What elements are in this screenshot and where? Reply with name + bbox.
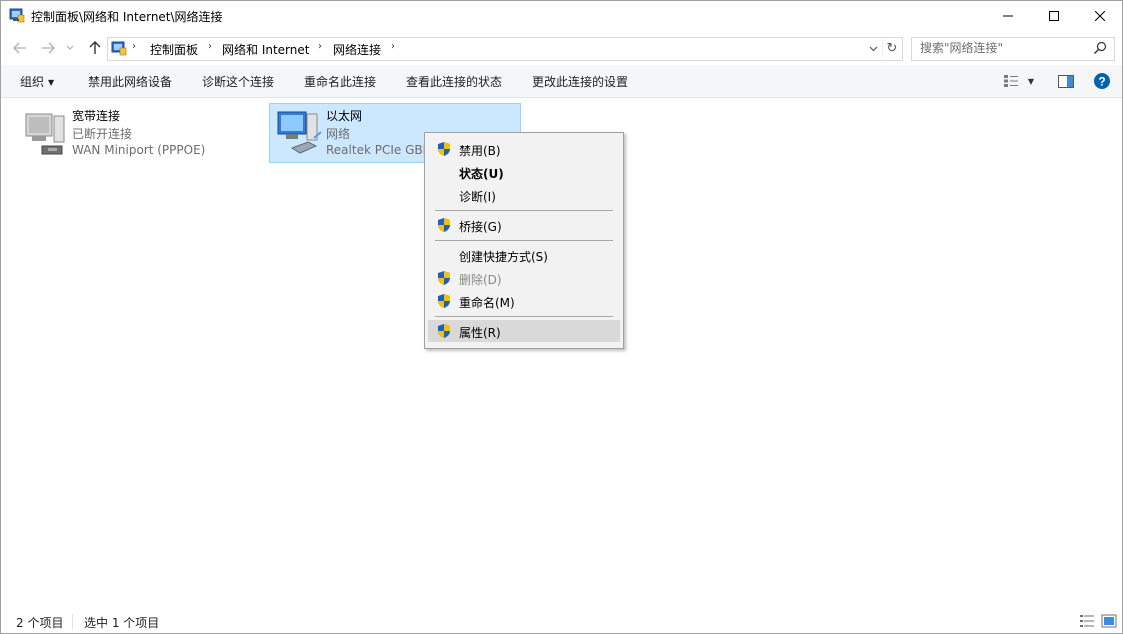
- preview-pane-icon: [1058, 74, 1074, 88]
- menu-item-label: 状态(U): [459, 167, 504, 181]
- chevron-right-icon[interactable]: ›: [208, 41, 212, 52]
- forward-button[interactable]: [37, 37, 59, 59]
- chevron-right-icon[interactable]: ›: [318, 41, 322, 52]
- status-divider: [72, 614, 73, 629]
- diagnose-connection-button[interactable]: 诊断这个连接: [202, 73, 274, 90]
- refresh-button[interactable]: ↻: [882, 39, 901, 57]
- close-button[interactable]: [1077, 1, 1123, 31]
- up-arrow-icon: [89, 41, 101, 54]
- menu-separator: [435, 210, 613, 211]
- dropdown-arrow-icon: ▼: [1027, 76, 1035, 86]
- menu-item-label: 禁用(B): [459, 144, 501, 158]
- chevron-down-icon: [869, 46, 877, 52]
- menu-separator: [435, 316, 613, 317]
- maximize-button[interactable]: [1031, 1, 1077, 31]
- menu-item-label: 桥接(G): [459, 220, 502, 234]
- menu-item-label: 重命名(M): [459, 296, 515, 310]
- minimize-icon: [1003, 15, 1013, 17]
- back-button[interactable]: [9, 37, 31, 59]
- breadcrumb-network-internet[interactable]: 网络和 Internet: [222, 41, 309, 58]
- menu-item-label: 删除(D): [459, 273, 502, 287]
- help-button[interactable]: ?: [1092, 71, 1112, 91]
- view-options-icon: [1004, 75, 1018, 87]
- connection-status: 已断开连接: [72, 127, 133, 141]
- change-settings-button[interactable]: 更改此连接的设置: [532, 73, 628, 90]
- menu-item-delete: 删除(D): [428, 267, 620, 289]
- address-bar[interactable]: › 控制面板 › 网络和 Internet › 网络连接 › ↻: [107, 37, 903, 61]
- context-menu: 禁用(B) 状态(U) 诊断(I) 桥接(G) 创建快捷方式(S) 删除(D): [424, 132, 624, 349]
- chevron-down-icon: [66, 45, 74, 50]
- forward-arrow-icon: [42, 42, 55, 54]
- search-box[interactable]: [911, 37, 1115, 61]
- menu-separator: [435, 240, 613, 241]
- address-row: › 控制面板 › 网络和 Internet › 网络连接 › ↻: [1, 33, 1122, 63]
- recent-locations-button[interactable]: [63, 37, 77, 59]
- up-button[interactable]: [84, 37, 106, 59]
- help-icon: ?: [1094, 73, 1110, 89]
- network-connections-window: 控制面板\网络和 Internet\网络连接 › 控制面板 › 网络和 Inte…: [0, 0, 1123, 634]
- control-panel-icon: [9, 8, 25, 23]
- dropdown-arrow-icon: ▼: [48, 78, 55, 87]
- organize-label: 组织: [20, 75, 45, 89]
- network-adapter-disconnected-icon: [25, 113, 65, 155]
- details-view-icon[interactable]: [1079, 613, 1095, 629]
- connection-item[interactable]: 宽带连接 已断开连接 WAN Miniport (PPPOE): [15, 103, 267, 163]
- menu-item-label: 创建快捷方式(S): [459, 250, 548, 264]
- item-count: 2 个项目: [16, 616, 64, 630]
- change-view-button[interactable]: [1001, 71, 1021, 91]
- menu-item-label: 诊断(I): [459, 190, 496, 204]
- organize-menu[interactable]: 组织 ▼: [20, 73, 54, 90]
- menu-item-disable[interactable]: 禁用(B): [428, 138, 620, 160]
- selected-count: 选中 1 个项目: [84, 616, 160, 630]
- title-bar[interactable]: 控制面板\网络和 Internet\网络连接: [1, 1, 1122, 31]
- status-bar: 2 个项目 选中 1 个项目: [1, 610, 1122, 633]
- menu-item-properties[interactable]: 属性(R): [428, 320, 620, 342]
- disable-device-button[interactable]: 禁用此网络设备: [88, 73, 172, 90]
- close-icon: [1095, 11, 1105, 21]
- view-status-button[interactable]: 查看此连接的状态: [406, 73, 502, 90]
- uac-shield-icon: [438, 324, 450, 338]
- uac-shield-icon: [438, 142, 450, 156]
- refresh-icon: ↻: [886, 40, 898, 56]
- command-bar: 组织 ▼ 禁用此网络设备 诊断这个连接 重命名此连接 查看此连接的状态 更改此连接…: [1, 65, 1122, 98]
- menu-item-status[interactable]: 状态(U): [428, 161, 620, 183]
- menu-item-diagnose[interactable]: 诊断(I): [428, 184, 620, 206]
- uac-shield-icon: [438, 271, 450, 285]
- minimize-button[interactable]: [985, 1, 1031, 31]
- back-arrow-icon: [13, 42, 26, 54]
- address-history-button[interactable]: [866, 41, 880, 57]
- breadcrumb-control-panel[interactable]: 控制面板: [150, 41, 198, 58]
- connection-name: 以太网: [326, 109, 363, 123]
- menu-item-bridge[interactable]: 桥接(G): [428, 214, 620, 236]
- connection-device: Realtek PCIe GBE: [326, 143, 426, 157]
- large-icons-view-icon[interactable]: [1101, 613, 1117, 629]
- menu-item-create-shortcut[interactable]: 创建快捷方式(S): [428, 244, 620, 266]
- rename-connection-button[interactable]: 重命名此连接: [304, 73, 376, 90]
- control-panel-icon: [111, 41, 127, 56]
- search-input[interactable]: [920, 40, 1080, 56]
- chevron-right-icon: ›: [132, 41, 136, 52]
- connection-status: 网络: [326, 127, 351, 141]
- connection-device: WAN Miniport (PPPOE): [72, 143, 206, 157]
- uac-shield-icon: [438, 294, 450, 308]
- menu-item-rename[interactable]: 重命名(M): [428, 290, 620, 312]
- menu-item-label: 属性(R): [459, 326, 501, 340]
- view-dropdown-button[interactable]: ▼: [1023, 71, 1039, 91]
- maximize-icon: [1049, 11, 1059, 21]
- uac-shield-icon: [438, 218, 450, 232]
- breadcrumb-network-connections[interactable]: 网络连接: [333, 41, 381, 58]
- svg-text:?: ?: [1098, 75, 1105, 89]
- ethernet-adapter-icon: [277, 111, 322, 154]
- chevron-right-icon[interactable]: ›: [391, 41, 395, 52]
- window-title: 控制面板\网络和 Internet\网络连接: [31, 10, 223, 24]
- connection-name: 宽带连接: [72, 109, 121, 123]
- preview-pane-button[interactable]: [1056, 71, 1076, 91]
- search-icon[interactable]: [1092, 40, 1108, 56]
